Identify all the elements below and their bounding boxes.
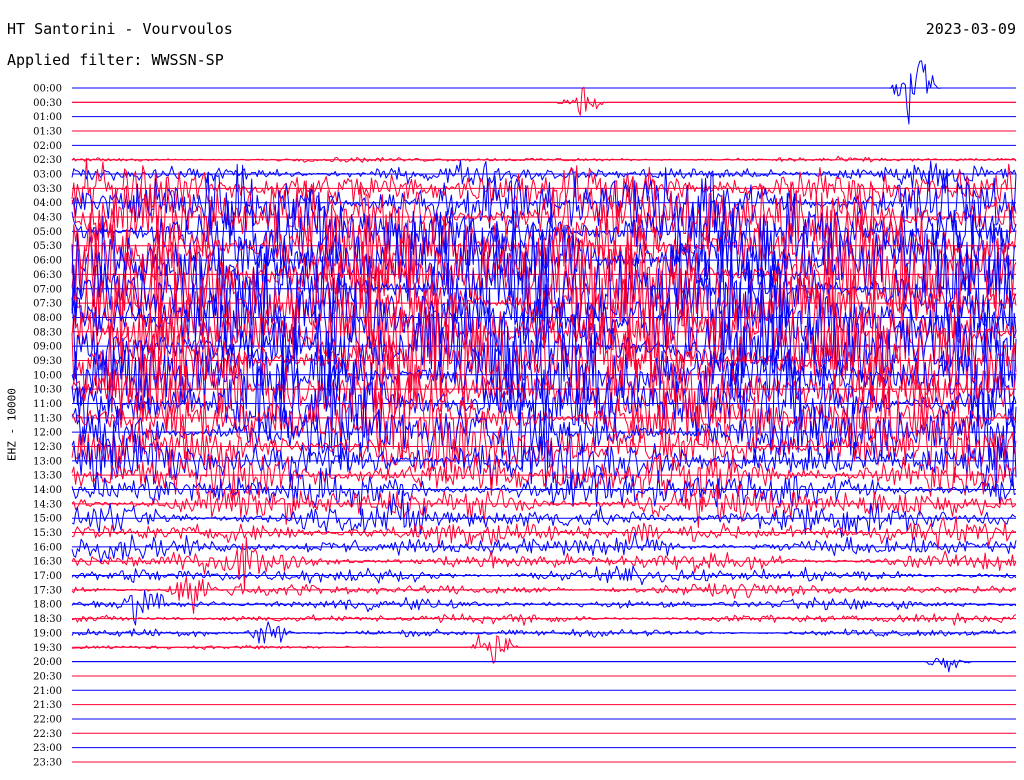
tick-label: 15:00 xyxy=(33,514,62,525)
tick-label: 21:00 xyxy=(33,686,62,697)
tick-label: 09:30 xyxy=(33,356,62,367)
tick-label: 23:30 xyxy=(33,757,62,768)
tick-label: 18:30 xyxy=(33,614,62,625)
tick-label: 18:00 xyxy=(33,600,62,611)
tick-label: 20:30 xyxy=(33,671,62,682)
tick-label: 21:30 xyxy=(33,700,62,711)
tick-label: 15:30 xyxy=(33,528,62,539)
trace-1830 xyxy=(71,612,1017,626)
tick-label: 14:00 xyxy=(33,485,62,496)
tick-label: 12:30 xyxy=(33,442,62,453)
tick-label: 02:00 xyxy=(33,141,62,152)
helicorder-plot: 00:00 00:30 01:00 01:30 02:00 02:30 03:00 03:30… xyxy=(33,60,1017,769)
tick-label: 05:00 xyxy=(33,227,62,238)
tick-label: 19:30 xyxy=(33,643,62,654)
tick-label: 14:30 xyxy=(33,499,62,510)
tick-label: 08:00 xyxy=(33,313,62,324)
tick-label: 00:30 xyxy=(33,98,62,109)
tick-label: 16:00 xyxy=(33,542,62,553)
tick-label: 08:30 xyxy=(33,327,62,338)
tick-label: 17:00 xyxy=(33,571,62,582)
trace-1730 xyxy=(71,576,1017,614)
tick-label: 09:00 xyxy=(33,342,62,353)
tick-label: 04:30 xyxy=(33,213,62,224)
tick-label: 00:00 xyxy=(33,84,62,95)
tick-label: 07:30 xyxy=(33,299,62,310)
tick-label: 13:30 xyxy=(33,471,62,482)
tick-label: 19:00 xyxy=(33,628,62,639)
trace-2000 xyxy=(72,657,1016,673)
tick-label: 01:30 xyxy=(33,127,62,138)
trace-1930 xyxy=(71,634,1016,664)
tick-label: 22:00 xyxy=(33,714,62,725)
tick-label: 06:00 xyxy=(33,256,62,267)
tick-label: 07:00 xyxy=(33,284,62,295)
time-tick-labels: 00:00 00:30 01:00 01:30 02:00 02:30 03:00 03:30… xyxy=(33,84,62,769)
tick-label: 01:00 xyxy=(33,112,62,123)
tick-label: 13:00 xyxy=(33,456,62,467)
tick-label: 10:00 xyxy=(33,370,62,381)
tick-label: 04:00 xyxy=(33,198,62,209)
tick-label: 03:30 xyxy=(33,184,62,195)
tick-label: 02:30 xyxy=(33,155,62,166)
tick-label: 23:00 xyxy=(33,743,62,754)
tick-label: 22:30 xyxy=(33,729,62,740)
tick-label: 17:30 xyxy=(33,585,62,596)
tick-label: 11:30 xyxy=(33,413,62,424)
trace-1330 xyxy=(71,449,1017,509)
trace-0000 xyxy=(72,60,1016,125)
tick-label: 12:00 xyxy=(33,428,62,439)
trace-0030 xyxy=(72,86,1016,116)
tick-label: 06:30 xyxy=(33,270,62,281)
tick-label: 03:00 xyxy=(33,170,62,181)
tick-label: 20:00 xyxy=(33,657,62,668)
tick-label: 16:30 xyxy=(33,557,62,568)
tick-label: 10:30 xyxy=(33,385,62,396)
seismic-traces xyxy=(71,60,1017,673)
tick-label: 11:00 xyxy=(33,399,62,410)
tick-label: 05:30 xyxy=(33,241,62,252)
